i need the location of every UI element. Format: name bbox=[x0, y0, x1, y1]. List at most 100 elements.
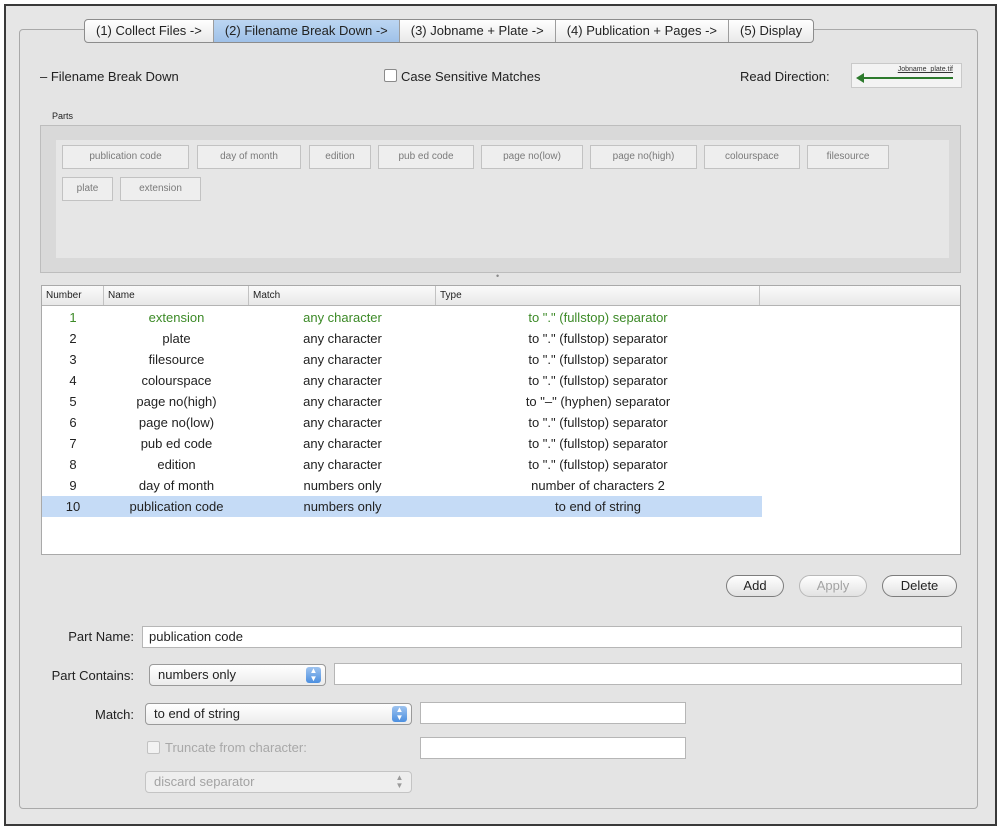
cell-match: numbers only bbox=[303, 499, 382, 514]
match-extra-field[interactable] bbox=[420, 702, 686, 724]
table-header: Number Name Match Type bbox=[42, 286, 960, 306]
part-contains-extra-field[interactable] bbox=[334, 663, 962, 685]
part-chip-plate[interactable]: plate bbox=[62, 177, 113, 201]
part-name-field[interactable]: publication code bbox=[142, 626, 962, 648]
cell-type: to "." (fullstop) separator bbox=[528, 352, 668, 367]
cell-number: 3 bbox=[69, 352, 77, 367]
truncate-label: Truncate from character: bbox=[165, 740, 307, 755]
tab-jobname-plate[interactable]: (3) Jobname + Plate -> bbox=[400, 20, 556, 42]
part-contains-select[interactable]: numbers only ▲ ▼ bbox=[149, 664, 326, 686]
cell-match: any character bbox=[303, 394, 382, 409]
part-contains-label: Part Contains: bbox=[51, 668, 134, 683]
apply-button[interactable]: Apply bbox=[799, 575, 867, 597]
table-row[interactable]: 2 plate any character to "." (fullstop) … bbox=[42, 328, 762, 349]
cell-type: number of characters 2 bbox=[531, 478, 665, 493]
table-row[interactable]: 7 pub ed code any character to "." (full… bbox=[42, 433, 762, 454]
match-label: Match: bbox=[94, 707, 134, 722]
part-chip-filesource[interactable]: filesource bbox=[807, 145, 889, 169]
cell-type: to "." (fullstop) separator bbox=[528, 415, 668, 430]
cell-number: 8 bbox=[69, 457, 77, 472]
tab-display[interactable]: (5) Display bbox=[729, 20, 813, 42]
table-row-selected[interactable]: 10 publication code numbers only to end … bbox=[42, 496, 762, 517]
match-value: to end of string bbox=[154, 706, 240, 721]
tab-filename-break-down[interactable]: (2) Filename Break Down -> bbox=[213, 20, 400, 42]
table-row[interactable]: 3 filesource any character to "." (fulls… bbox=[42, 349, 762, 370]
column-header-number[interactable]: Number bbox=[42, 286, 104, 305]
section-title: – Filename Break Down bbox=[40, 69, 179, 84]
updown-arrows-icon: ▲ ▼ bbox=[306, 667, 321, 683]
cell-type: to "." (fullstop) separator bbox=[528, 457, 668, 472]
cell-name: colourspace bbox=[141, 373, 212, 388]
table-row[interactable]: 1 extension any character to "." (fullst… bbox=[42, 307, 762, 328]
split-grip-icon[interactable]: • bbox=[496, 271, 499, 281]
tab-collect-files[interactable]: (1) Collect Files -> bbox=[85, 20, 214, 42]
cell-match: any character bbox=[303, 436, 382, 451]
table-row[interactable]: 6 page no(low) any character to "." (ful… bbox=[42, 412, 762, 433]
cell-name: filesource bbox=[148, 352, 205, 367]
cell-match: any character bbox=[303, 352, 382, 367]
table-row[interactable]: 4 colourspace any character to "." (full… bbox=[42, 370, 762, 391]
cell-match: any character bbox=[303, 457, 382, 472]
cell-number: 7 bbox=[69, 436, 77, 451]
delete-button[interactable]: Delete bbox=[882, 575, 957, 597]
cell-number: 10 bbox=[65, 499, 81, 514]
parts-panel: publication code day of month edition pu… bbox=[40, 125, 961, 273]
updown-arrows-icon: ▲ ▼ bbox=[392, 706, 407, 722]
parts-chip-area: publication code day of month edition pu… bbox=[56, 140, 949, 258]
part-contains-value: numbers only bbox=[158, 667, 237, 682]
cell-type: to "–" (hyphen) separator bbox=[525, 394, 671, 409]
part-chip-page-no-low[interactable]: page no(low) bbox=[481, 145, 583, 169]
cell-name: publication code bbox=[129, 499, 224, 514]
cell-type: to "." (fullstop) separator bbox=[528, 331, 668, 346]
left-arrow-icon bbox=[862, 77, 953, 79]
part-chip-extension[interactable]: extension bbox=[120, 177, 201, 201]
truncate-checkbox[interactable] bbox=[147, 741, 160, 754]
cell-name: plate bbox=[162, 331, 191, 346]
wizard-tabs: (1) Collect Files -> (2) Filename Break … bbox=[84, 19, 815, 43]
read-direction-label: Read Direction: bbox=[740, 69, 830, 84]
cell-name: edition bbox=[157, 457, 196, 472]
cell-match: any character bbox=[303, 373, 382, 388]
cell-name: page no(high) bbox=[136, 394, 217, 409]
tab-publication-pages[interactable]: (4) Publication + Pages -> bbox=[556, 20, 730, 42]
case-sensitive-checkbox[interactable] bbox=[384, 69, 397, 82]
cell-type: to "." (fullstop) separator bbox=[528, 436, 668, 451]
add-button[interactable]: Add bbox=[726, 575, 784, 597]
part-chip-page-no-high[interactable]: page no(high) bbox=[590, 145, 697, 169]
table-row[interactable]: 8 edition any character to "." (fullstop… bbox=[42, 454, 762, 475]
part-chip-pub-ed-code[interactable]: pub ed code bbox=[378, 145, 474, 169]
updown-arrows-icon: ▲ ▼ bbox=[395, 773, 404, 790]
cell-match: numbers only bbox=[303, 478, 382, 493]
part-chip-day-of-month[interactable]: day of month bbox=[197, 145, 301, 169]
case-sensitive-label: Case Sensitive Matches bbox=[401, 69, 541, 84]
cell-name: extension bbox=[148, 310, 205, 325]
table-row[interactable]: 9 day of month numbers only number of ch… bbox=[42, 475, 762, 496]
part-chip-publication-code[interactable]: publication code bbox=[62, 145, 189, 169]
cell-number: 4 bbox=[69, 373, 77, 388]
cell-match: any character bbox=[303, 331, 382, 346]
separator-value: discard separator bbox=[154, 774, 255, 789]
part-chip-colourspace[interactable]: colourspace bbox=[704, 145, 800, 169]
cell-match: any character bbox=[303, 310, 382, 325]
column-header-name[interactable]: Name bbox=[104, 286, 249, 305]
cell-name: day of month bbox=[138, 478, 215, 493]
match-select[interactable]: to end of string ▲ ▼ bbox=[145, 703, 412, 725]
parts-table: Number Name Match Type 1 extension any c… bbox=[41, 285, 961, 555]
column-header-type[interactable]: Type bbox=[436, 286, 760, 305]
cell-name: pub ed code bbox=[140, 436, 213, 451]
table-row[interactable]: 5 page no(high) any character to "–" (hy… bbox=[42, 391, 762, 412]
part-name-label: Part Name: bbox=[68, 629, 134, 644]
cell-number: 2 bbox=[69, 331, 77, 346]
truncate-field[interactable] bbox=[420, 737, 686, 759]
cell-type: to "." (fullstop) separator bbox=[528, 373, 668, 388]
cell-number: 1 bbox=[69, 310, 77, 325]
cell-number: 6 bbox=[69, 415, 77, 430]
cell-number: 5 bbox=[69, 394, 77, 409]
part-chip-edition[interactable]: edition bbox=[309, 145, 371, 169]
cell-number: 9 bbox=[69, 478, 77, 493]
separator-select[interactable]: discard separator ▲ ▼ bbox=[145, 771, 412, 793]
column-header-match[interactable]: Match bbox=[249, 286, 436, 305]
read-direction-button[interactable]: Jobname_plate.tif bbox=[851, 63, 962, 88]
cell-type: to end of string bbox=[555, 499, 641, 514]
parts-label: Parts bbox=[52, 111, 74, 121]
